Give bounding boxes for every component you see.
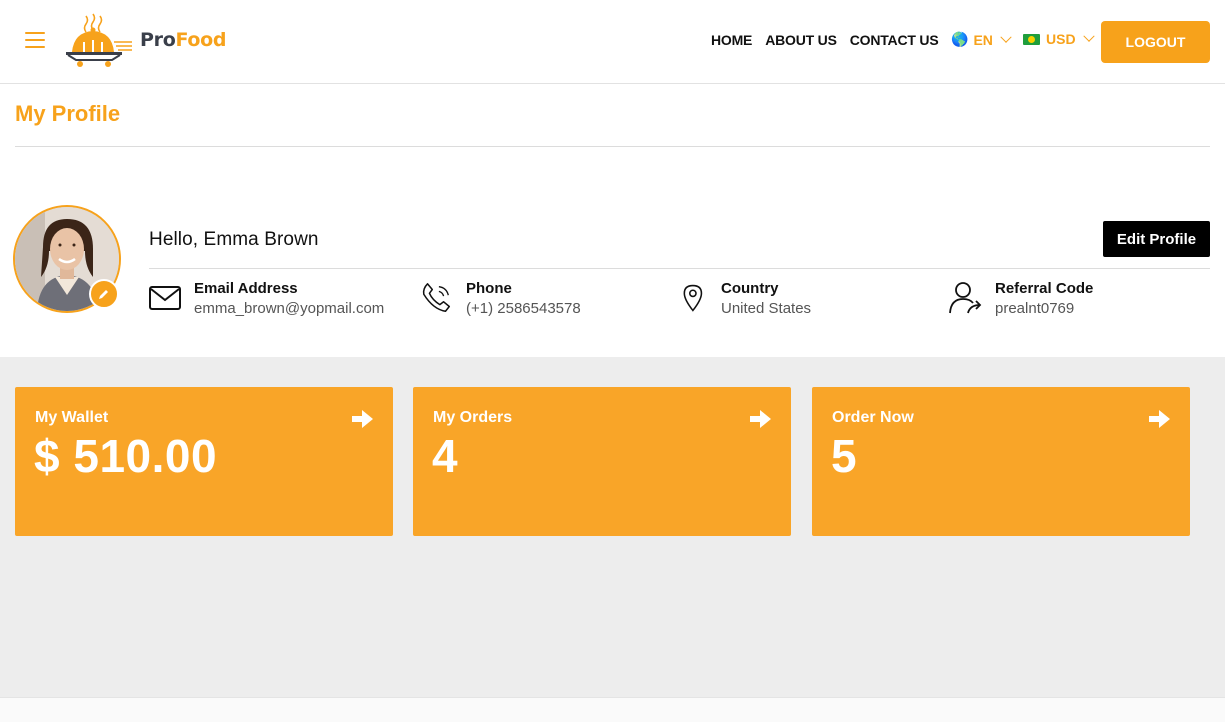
currency-selector[interactable]: USD (1023, 30, 1095, 47)
envelope-icon (149, 286, 181, 310)
arrow-right-icon (750, 410, 771, 428)
profile-panel: My Profile Hello, Emma Brown Edit Profil… (0, 84, 1225, 357)
email-info: Email Address emma_brown@yopmail.com (149, 280, 384, 320)
nav-home[interactable]: HOME (711, 32, 752, 48)
page-title: My Profile (15, 101, 121, 126)
divider (149, 268, 1210, 269)
greeting-text: Hello, Emma Brown (149, 229, 319, 250)
orders-card-value: 4 (432, 430, 459, 482)
wallet-card-value: $ 510.00 (34, 430, 218, 482)
wallet-card[interactable]: My Wallet $ 510.00 (15, 387, 393, 536)
arrow-right-icon (1149, 410, 1170, 428)
edit-profile-button[interactable]: Edit Profile (1103, 221, 1210, 257)
location-pin-icon (683, 284, 703, 312)
footer-strip (0, 697, 1225, 722)
avatar-container (13, 205, 121, 313)
language-selector[interactable]: 🌎 EN (951, 31, 1012, 48)
referral-value: prealnt0769 (995, 300, 1075, 317)
phone-info: Phone (+1) 2586543578 (420, 280, 581, 320)
user-referral-icon (949, 282, 982, 314)
chevron-down-icon (1082, 30, 1095, 42)
edit-photo-button[interactable] (89, 279, 119, 309)
order-now-card[interactable]: Order Now 5 (812, 387, 1190, 536)
phone-label: Phone (466, 280, 512, 297)
main-nav: HOME ABOUT US CONTACT US (711, 32, 951, 48)
country-label: Country (721, 280, 779, 297)
top-header: ProFood HOME ABOUT US CONTACT US 🌎 EN US… (0, 0, 1225, 84)
currency-value: USD (1046, 31, 1076, 47)
globe-icon: 🌎 (951, 31, 969, 47)
hamburger-menu-icon[interactable] (25, 32, 45, 50)
phone-icon (422, 283, 451, 312)
order-now-card-value: 5 (831, 430, 858, 482)
food-cart-logo-icon (66, 13, 132, 67)
pencil-icon (99, 290, 108, 299)
chevron-down-icon (1000, 31, 1012, 43)
phone-value: (+1) 2586543578 (466, 300, 581, 317)
email-value: emma_brown@yopmail.com (194, 300, 385, 317)
referral-info: Referral Code prealnt0769 (948, 280, 1093, 320)
arrow-right-icon (352, 410, 373, 428)
language-value: EN (973, 31, 993, 48)
orders-card-title: My Orders (433, 409, 513, 426)
country-info: Country United States (682, 280, 811, 320)
order-now-card-title: Order Now (832, 409, 914, 426)
brazil-flag-icon (1023, 33, 1040, 45)
brand-name-part2: Food (175, 29, 227, 51)
country-value: United States (721, 300, 812, 317)
brand-logo[interactable]: ProFood (62, 12, 242, 68)
nav-contact-us[interactable]: CONTACT US (850, 32, 939, 48)
wallet-card-title: My Wallet (35, 409, 109, 426)
orders-card[interactable]: My Orders 4 (413, 387, 791, 536)
divider (15, 146, 1210, 147)
brand-name: ProFood (140, 29, 226, 51)
nav-about-us[interactable]: ABOUT US (765, 32, 837, 48)
logout-button[interactable]: LOGOUT (1101, 21, 1210, 63)
brand-name-part1: Pro (140, 29, 176, 51)
referral-label: Referral Code (995, 280, 1094, 297)
email-label: Email Address (194, 280, 298, 297)
